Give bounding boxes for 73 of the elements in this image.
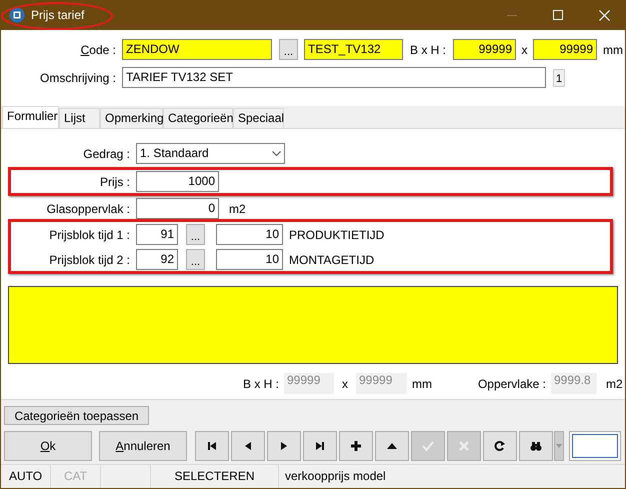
size-label: B x H : bbox=[243, 376, 279, 392]
number-field[interactable]: 1000 bbox=[136, 171, 219, 192]
browse-button[interactable]: ... bbox=[186, 224, 205, 245]
number-field[interactable]: 0 bbox=[136, 198, 219, 219]
field-label: Prijs : bbox=[99, 174, 130, 190]
toolbar-button[interactable] bbox=[375, 431, 409, 461]
tab[interactable]: Formulier bbox=[2, 106, 59, 128]
first-record-icon bbox=[206, 440, 218, 452]
code-field[interactable]: TEST_TV132 bbox=[304, 39, 403, 60]
code-field[interactable]: ZENDOW bbox=[122, 39, 272, 60]
status-text: AUTO bbox=[1, 465, 51, 488]
toolbar-button[interactable] bbox=[339, 431, 373, 461]
browse-button[interactable]: ... bbox=[186, 249, 205, 270]
code-label: Code : bbox=[80, 42, 116, 58]
close-icon bbox=[598, 10, 610, 20]
toolbar-button[interactable] bbox=[195, 431, 229, 461]
tab[interactable]: Speciaal bbox=[233, 108, 284, 128]
code-field[interactable]: 91 bbox=[136, 224, 178, 245]
code-field[interactable]: 92 bbox=[136, 249, 178, 270]
tab[interactable]: Lijst bbox=[59, 108, 100, 128]
size-label: B x H : bbox=[408, 42, 447, 58]
note-area[interactable] bbox=[8, 286, 618, 364]
toolbar-button[interactable] bbox=[519, 431, 553, 461]
unit-label: m2 bbox=[229, 200, 246, 218]
last-record-icon bbox=[314, 440, 326, 452]
app-icon bbox=[9, 7, 25, 23]
area-label: Oppervlake : bbox=[476, 376, 546, 392]
block-name: PRODUKTIETIJD bbox=[289, 226, 384, 244]
minimize-icon bbox=[507, 14, 517, 16]
field-label: Prijsblok tijd 1 : bbox=[48, 226, 130, 244]
browse-button[interactable]: ... bbox=[279, 39, 298, 60]
unit-label: mm bbox=[603, 42, 623, 58]
time-field[interactable]: 10 bbox=[216, 249, 283, 270]
time-field[interactable]: 10 bbox=[216, 224, 283, 245]
plus-icon bbox=[350, 440, 362, 452]
chevron-down-icon bbox=[272, 151, 281, 156]
dialog-button[interactable]: Annuleren bbox=[99, 431, 187, 461]
behavior-select[interactable]: 1. Standaard bbox=[136, 143, 285, 164]
count-indicator: 1 bbox=[553, 68, 565, 86]
times-label: x bbox=[520, 42, 528, 58]
field-label: Glasoppervlak : bbox=[46, 200, 130, 218]
window-title: Prijs tarief bbox=[31, 7, 84, 24]
description-field[interactable]: TARIEF TV132 SET bbox=[122, 67, 546, 88]
area-field: 9999.8 bbox=[551, 373, 597, 394]
maximize-icon bbox=[553, 10, 563, 20]
binoculars-icon bbox=[530, 440, 542, 452]
description-label: Omschrijving : bbox=[38, 70, 116, 86]
status-text: SELECTEREN bbox=[151, 465, 279, 488]
redo-icon bbox=[494, 440, 506, 452]
toolbar-button[interactable] bbox=[231, 431, 265, 461]
field-label: Gedrag : bbox=[82, 146, 130, 162]
width-field: 99999 bbox=[284, 373, 334, 394]
toolbar-button[interactable] bbox=[267, 431, 301, 461]
tab[interactable]: Opmerking bbox=[100, 108, 163, 128]
times-label: x bbox=[341, 376, 349, 392]
status-text: verkoopprijs model bbox=[284, 468, 387, 485]
unit-label: mm bbox=[412, 376, 432, 392]
toolbar-button[interactable] bbox=[483, 431, 517, 461]
dialog-button[interactable]: Ok bbox=[4, 431, 92, 461]
caret-down-icon bbox=[556, 444, 562, 448]
toolbar-button[interactable] bbox=[303, 431, 337, 461]
apply-categories-button[interactable]: Categorieën toepassen bbox=[4, 406, 149, 425]
width-field[interactable]: 99999 bbox=[453, 39, 516, 60]
height-field[interactable]: 99999 bbox=[533, 39, 597, 60]
unit-label: m2 bbox=[606, 376, 623, 392]
status-text: CAT bbox=[51, 465, 101, 488]
checkmark-icon bbox=[422, 440, 434, 452]
field-label: Prijsblok tijd 2 : bbox=[48, 252, 130, 268]
block-name: MONTAGETIJD bbox=[289, 252, 374, 268]
tab[interactable]: Categorieën bbox=[163, 108, 233, 128]
cancel-icon bbox=[458, 440, 470, 452]
search-field[interactable] bbox=[569, 431, 621, 461]
height-field: 99999 bbox=[356, 373, 407, 394]
